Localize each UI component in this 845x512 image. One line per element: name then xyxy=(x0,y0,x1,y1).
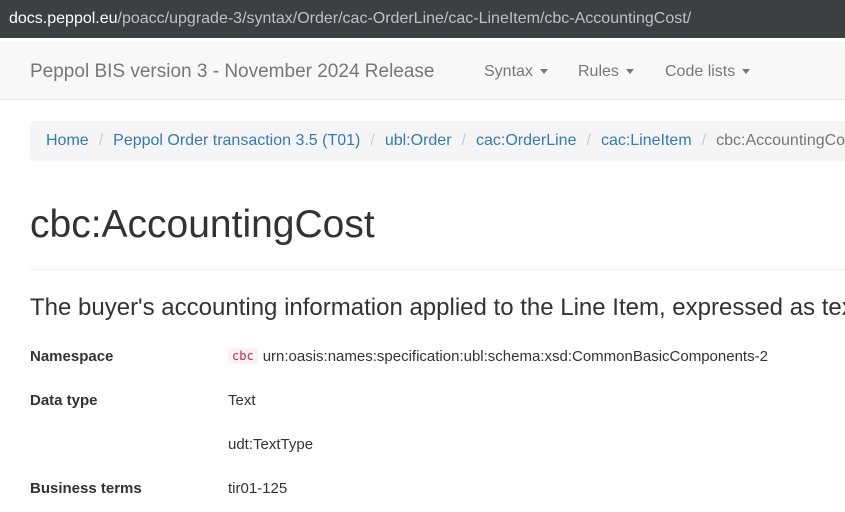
breadcrumb-separator: / xyxy=(98,132,104,149)
caret-down-icon xyxy=(742,69,751,75)
nav-syntax-label: Syntax xyxy=(484,63,533,80)
breadcrumb-separator: / xyxy=(461,132,466,149)
business-terms-label: Business terms xyxy=(30,480,142,497)
caret-down-icon xyxy=(625,69,634,75)
element-description: The buyer's accounting information appli… xyxy=(30,294,845,321)
nav-code-lists-dropdown[interactable]: Code lists xyxy=(665,42,751,100)
namespace-value-row: cbc urn:oasis:names:specification:ubl:sch… xyxy=(228,348,768,365)
namespace-prefix-code: cbc xyxy=(228,348,258,364)
navbar: Peppol BIS version 3 - November 2024 Rel… xyxy=(0,42,845,100)
breadcrumb-order-line[interactable]: cac:OrderLine xyxy=(476,132,577,150)
breadcrumb: Home / Peppol Order transaction 3.5 (T01… xyxy=(30,121,845,161)
data-type-label: Data type xyxy=(30,392,98,409)
breadcrumb-line-item[interactable]: cac:LineItem xyxy=(601,132,692,150)
breadcrumb-ubl-order[interactable]: ubl:Order xyxy=(385,132,452,150)
address-bar[interactable]: docs.peppol.eu/poacc/upgrade-3/syntax/Or… xyxy=(0,0,845,38)
breadcrumb-home[interactable]: Home xyxy=(46,132,89,150)
data-type-udt-value: udt:TextType xyxy=(228,436,314,453)
nav-rules-label: Rules xyxy=(578,63,619,80)
business-terms-value: tir01-125 xyxy=(228,480,288,497)
nav-syntax-dropdown[interactable]: Syntax xyxy=(484,42,548,100)
nav-code-lists-label: Code lists xyxy=(665,63,736,80)
breadcrumb-separator: / xyxy=(701,132,707,149)
namespace-value: urn:oasis:names:specification:ubl:schema… xyxy=(262,348,768,365)
url-path: /poacc/upgrade-3/syntax/Order/cac-OrderL… xyxy=(117,10,692,27)
title-divider xyxy=(30,269,845,270)
breadcrumb-current: cbc:AccountingCost xyxy=(716,132,845,149)
caret-down-icon xyxy=(539,69,548,75)
breadcrumb-separator: / xyxy=(586,132,591,149)
page-title: cbc:AccountingCost xyxy=(30,203,375,246)
breadcrumb-order-transaction[interactable]: Peppol Order transaction 3.5 (T01) xyxy=(113,132,360,150)
url-domain: docs.peppol.eu xyxy=(9,10,118,27)
brand-title[interactable]: Peppol BIS version 3 - November 2024 Rel… xyxy=(30,42,435,100)
namespace-label: Namespace xyxy=(30,348,114,365)
breadcrumb-separator: / xyxy=(370,132,375,149)
data-type-value: Text xyxy=(228,392,256,409)
nav-rules-dropdown[interactable]: Rules xyxy=(578,42,634,100)
